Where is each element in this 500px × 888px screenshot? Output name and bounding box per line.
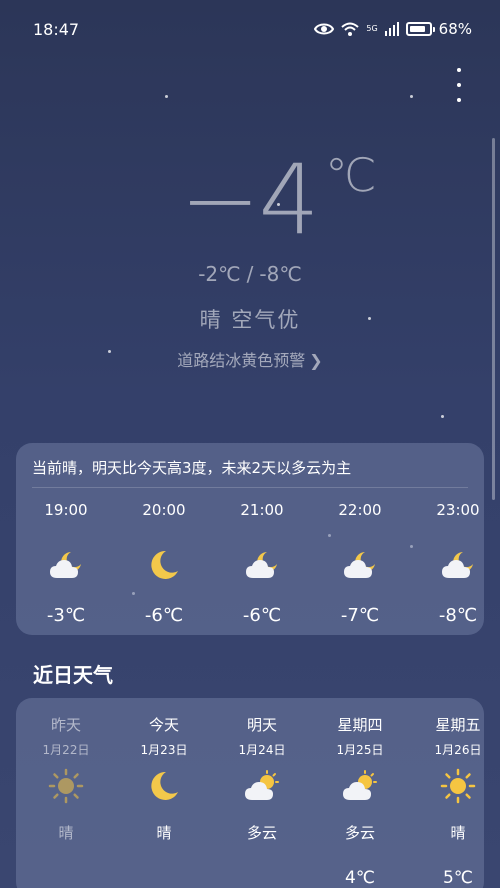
hour-temp: -6℃ <box>144 605 184 626</box>
network-label: 5G <box>366 24 378 33</box>
current-temperature: −4 <box>180 144 320 256</box>
partly-cloudy-night-icon <box>26 545 106 585</box>
hour-temp: -3℃ <box>46 605 86 626</box>
day-item[interactable]: 今天 1月23日 晴 <box>116 714 212 843</box>
divider <box>32 487 468 488</box>
day-item[interactable]: 明天 1月24日 多云 <box>214 714 310 843</box>
star <box>410 95 413 98</box>
day-condition: 多云 <box>344 824 375 842</box>
day-name: 星期五 <box>435 716 481 734</box>
signal-icon <box>384 22 399 36</box>
sun-icon <box>410 766 484 806</box>
hour-time: 21:00 <box>240 501 284 519</box>
chevron-right-icon: ❯ <box>309 351 323 370</box>
hour-item: 22:00 -7℃ <box>320 501 400 626</box>
status-icons: 5G 68% <box>314 20 472 38</box>
hour-time: 23:00 <box>436 501 480 519</box>
range-separator: / <box>246 262 254 286</box>
wifi-icon <box>341 22 360 36</box>
hour-item: 21:00 -6℃ <box>222 501 302 626</box>
status-time: 18:47 <box>33 20 80 39</box>
day-item[interactable]: 昨天 1月22日 晴 <box>18 714 114 843</box>
hour-temp: -6℃ <box>242 605 282 626</box>
day-name: 昨天 <box>50 716 81 734</box>
forecast-summary: 当前晴，明天比今天高3度，未来2天以多云为主 <box>32 459 352 477</box>
partly-cloudy-icon <box>312 766 408 806</box>
moon-icon <box>116 766 212 806</box>
hourly-forecast-card[interactable]: 当前晴，明天比今天高3度，未来2天以多云为主 19:00 -3℃ 20:00 -… <box>16 443 484 635</box>
hour-time: 19:00 <box>44 501 88 519</box>
daily-forecast-title: 近日天气 <box>33 663 113 687</box>
hour-item: 19:00 -3℃ <box>26 501 106 626</box>
temperature-high: -2℃ <box>198 262 241 286</box>
day-condition: 多云 <box>246 824 277 842</box>
hour-temp: -7℃ <box>340 605 380 626</box>
partly-cloudy-night-icon <box>222 545 302 585</box>
warning-text: 道路结冰黄色预警 <box>177 351 306 370</box>
day-date: 1月26日 <box>434 743 482 757</box>
temperature-unit: ℃ <box>325 148 377 202</box>
hour-time: 20:00 <box>142 501 186 519</box>
day-condition: 晴 <box>58 824 74 842</box>
partly-cloudy-night-icon <box>418 545 484 585</box>
hour-time: 22:00 <box>338 501 382 519</box>
sun-icon <box>18 766 114 806</box>
day-item[interactable]: 星期五 1月26日 晴 <box>410 714 484 843</box>
day-date: 1月25日 <box>336 743 384 757</box>
temperature-range: -2℃ / -8℃ <box>0 262 500 286</box>
day-condition: 晴 <box>450 824 466 842</box>
day-name: 星期四 <box>337 716 383 734</box>
current-weather: −4 ℃ <box>0 140 500 260</box>
star <box>165 95 168 98</box>
temperature-low: -8℃ <box>259 262 302 286</box>
day-name: 今天 <box>148 716 179 734</box>
day-date: 1月24日 <box>238 743 286 757</box>
hour-item: 23:00 -8℃ <box>418 501 484 626</box>
hour-item: 20:00 -6℃ <box>124 501 204 626</box>
battery-percent: 68% <box>438 20 472 38</box>
day-date: 1月22日 <box>42 743 90 757</box>
battery-icon <box>405 22 435 36</box>
current-condition: 晴 空气优 <box>199 308 301 332</box>
more-options-icon[interactable] <box>452 68 466 102</box>
status-bar: 18:47 5G 68% <box>0 0 500 60</box>
daily-forecast-card[interactable]: 昨天 1月22日 晴 今天 1月23日 晴 明天 1月24日 多云 星期四 1月… <box>16 698 484 888</box>
star <box>441 415 444 418</box>
moon-icon <box>124 545 204 585</box>
day-high-temp: 4℃ <box>345 868 375 888</box>
day-name: 明天 <box>246 716 277 734</box>
weather-warning-link[interactable]: 道路结冰黄色预警 ❯ <box>0 347 500 371</box>
hour-temp: -8℃ <box>438 605 478 626</box>
day-condition: 晴 <box>156 824 172 842</box>
day-high-temp: 5℃ <box>443 868 473 888</box>
partly-cloudy-night-icon <box>320 545 400 585</box>
day-item[interactable]: 星期四 1月25日 多云 <box>312 714 408 843</box>
eye-icon <box>314 23 335 35</box>
partly-cloudy-icon <box>214 766 310 806</box>
day-date: 1月23日 <box>140 743 188 757</box>
